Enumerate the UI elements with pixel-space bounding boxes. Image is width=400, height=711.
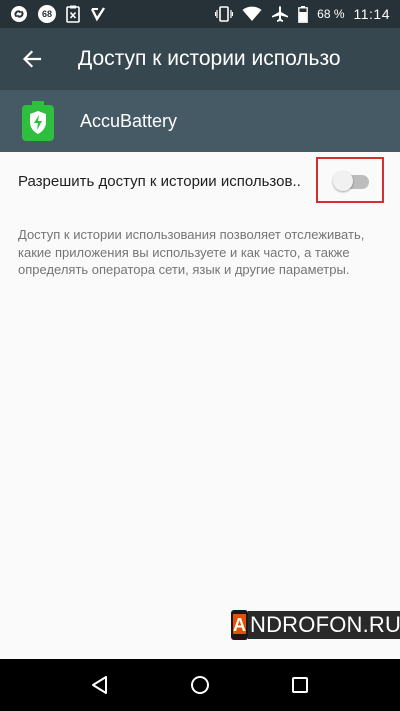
permission-description: Доступ к истории использования позволяет… <box>18 227 365 277</box>
page-title: Доступ к истории использо <box>78 47 341 70</box>
toolbar: Доступ к истории использо <box>0 28 400 90</box>
battery-icon <box>298 5 308 23</box>
nav-back-button[interactable] <box>80 665 120 705</box>
status-left: 68 <box>10 5 106 23</box>
usage-access-toggle[interactable] <box>333 170 369 192</box>
clipboard-x-icon <box>66 5 80 23</box>
arrow-back-icon <box>22 50 42 68</box>
back-button[interactable] <box>0 28 64 90</box>
triangle-back-icon <box>92 676 107 694</box>
app-name: AccuBattery <box>80 110 178 131</box>
nav-home-button[interactable] <box>180 665 220 705</box>
circle-home-icon <box>191 676 209 694</box>
vibrate-icon <box>215 6 234 22</box>
status-bar: 68 68 % 11:14 <box>0 0 400 28</box>
clock: 11:14 <box>353 6 390 22</box>
shazam-icon <box>10 5 28 23</box>
battery-percent: 68 % <box>317 7 345 21</box>
watermark-letter: A <box>233 614 246 635</box>
square-recents-icon <box>292 677 308 693</box>
permission-row[interactable]: Разрешить доступ к истории использов.. <box>0 152 400 210</box>
watermark-text: NDROFON.RU <box>248 611 400 639</box>
accubattery-app-icon <box>22 101 54 141</box>
notification-count-icon: 68 <box>38 5 56 23</box>
toggle-highlight-frame <box>316 157 384 203</box>
watermark-logo: A <box>231 610 248 640</box>
nav-recents-button[interactable] <box>280 665 320 705</box>
app-header: AccuBattery <box>0 90 400 152</box>
app-check-icon <box>90 6 106 22</box>
status-right: 68 % 11:14 <box>215 5 390 23</box>
airplane-icon <box>271 5 289 23</box>
navigation-bar <box>0 659 400 711</box>
permission-label: Разрешить доступ к истории использов.. <box>18 172 301 190</box>
watermark: A NDROFON.RU <box>231 609 400 641</box>
wifi-icon <box>242 6 262 22</box>
toggle-thumb <box>333 171 353 191</box>
